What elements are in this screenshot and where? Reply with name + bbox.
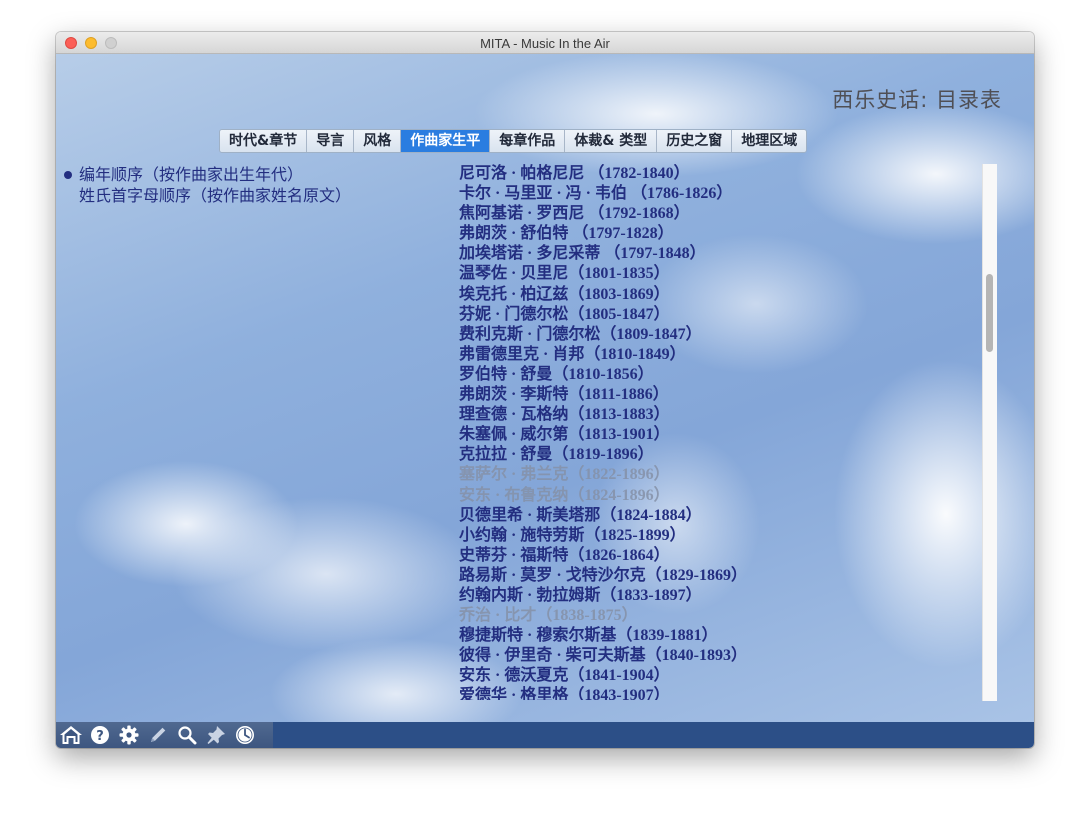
sort-option-label: 姓氏首字母顺序（按作曲家姓名原文）: [79, 186, 352, 205]
composer-link[interactable]: 罗伯特 · 舒曼（1810-1856）: [459, 365, 959, 385]
tab-works-per-chapter[interactable]: 每章作品: [489, 130, 564, 152]
tab-genres-types[interactable]: 体裁& 类型: [564, 130, 656, 152]
tab-styles[interactable]: 风格: [353, 130, 400, 152]
composer-link[interactable]: 彼得 · 伊里奇 · 柴可夫斯基（1840-1893）: [459, 646, 959, 666]
tab-history-window[interactable]: 历史之窗: [656, 130, 731, 152]
composer-link[interactable]: 安东 · 德沃夏克（1841-1904）: [459, 666, 959, 686]
window-title: MITA - Music In the Air: [480, 36, 610, 51]
composer-link[interactable]: 弗朗茨 · 舒伯特 （1797-1828）: [459, 224, 959, 244]
composer-link[interactable]: 贝德里希 · 斯美塔那（1824-1884）: [459, 506, 959, 526]
home-icon: [59, 726, 82, 744]
pin-icon: [207, 726, 225, 744]
composer-list: 尼可洛 · 帕格尼尼 （1782-1840） 卡尔 · 马里亚 · 冯 · 韦伯 …: [459, 164, 959, 700]
composer-link[interactable]: 路易斯 · 莫罗 · 戈特沙尔克（1829-1869）: [459, 566, 959, 586]
help-icon: ?: [90, 726, 109, 744]
composer-link[interactable]: 小约翰 · 施特劳斯（1825-1899）: [459, 526, 959, 546]
section-tabs: 时代&章节 导言 风格 作曲家生平 每章作品 体裁& 类型 历史之窗 地理区域: [219, 129, 808, 153]
composer-link[interactable]: 芬妮 · 门德尔松（1805-1847）: [459, 305, 959, 325]
composer-link[interactable]: 弗雷德里克 · 肖邦（1810-1849）: [459, 345, 959, 365]
composer-link[interactable]: 弗朗茨 · 李斯特（1811-1886）: [459, 385, 959, 405]
toolbar-buttons: ?: [56, 722, 273, 748]
tab-composer-biographies[interactable]: 作曲家生平: [400, 130, 490, 152]
scrollbar-thumb[interactable]: [986, 274, 993, 352]
sort-options: 编年顺序（按作曲家出生年代） 姓氏首字母顺序（按作曲家姓名原文）: [64, 164, 351, 206]
composer-link[interactable]: 加埃塔诺 · 多尼采蒂 （1797-1848）: [459, 244, 959, 264]
composer-link[interactable]: 温琴佐 · 贝里尼（1801-1835）: [459, 264, 959, 284]
search-icon: [177, 726, 196, 745]
composer-link[interactable]: 理查德 · 瓦格纳（1813-1883）: [459, 405, 959, 425]
search-button[interactable]: [172, 722, 201, 748]
bottom-toolbar: ?: [56, 722, 1034, 748]
gear-icon: [119, 725, 138, 745]
bookmark-button[interactable]: [201, 722, 230, 748]
sort-chronological-option[interactable]: 编年顺序（按作曲家出生年代）: [64, 164, 351, 185]
tab-introduction[interactable]: 导言: [306, 130, 353, 152]
selected-bullet-icon: [64, 171, 72, 179]
composer-link[interactable]: 焦阿基诺 · 罗西尼 （1792-1868）: [459, 204, 959, 224]
composer-link[interactable]: 乔治 · 比才（1838-1875）: [459, 606, 959, 626]
composer-link[interactable]: 爱德华 · 格里格（1843-1907）: [459, 686, 959, 700]
pencil-icon: [150, 727, 165, 742]
timeline-button[interactable]: [230, 722, 259, 748]
tab-eras-chapters[interactable]: 时代&章节: [220, 130, 306, 152]
composer-link[interactable]: 费利克斯 · 门德尔松（1809-1847）: [459, 325, 959, 345]
composer-link[interactable]: 穆捷斯特 · 穆索尔斯基（1839-1881）: [459, 626, 959, 646]
composer-link[interactable]: 安东 · 布鲁克纳（1824-1896）: [459, 486, 959, 506]
clock-icon: [235, 726, 254, 744]
sort-option-label: 编年顺序（按作曲家出生年代）: [79, 165, 304, 184]
sort-alphabetical-option[interactable]: 姓氏首字母顺序（按作曲家姓名原文）: [64, 185, 351, 206]
home-button[interactable]: [56, 722, 85, 748]
help-button[interactable]: ?: [85, 722, 114, 748]
edit-button[interactable]: [143, 722, 172, 748]
main-content: 西乐史话: 目录表 时代&章节 导言 风格 作曲家生平 每章作品 体裁& 类型 …: [56, 54, 1034, 722]
composer-link[interactable]: 塞萨尔 · 弗兰克（1822-1896）: [459, 465, 959, 485]
composer-link[interactable]: 埃克托 · 柏辽兹（1803-1869）: [459, 285, 959, 305]
app-window: MITA - Music In the Air 西乐史话: 目录表 时代&章节 …: [56, 32, 1034, 748]
tab-geographic-regions[interactable]: 地理区域: [731, 130, 806, 152]
settings-button[interactable]: [114, 722, 143, 748]
page-title: 西乐史话: 目录表: [832, 88, 1002, 112]
composer-link[interactable]: 约翰内斯 · 勃拉姆斯（1833-1897）: [459, 586, 959, 606]
scrollbar[interactable]: [982, 164, 997, 701]
composer-link[interactable]: 卡尔 · 马里亚 · 冯 · 韦伯 （1786-1826）: [459, 184, 959, 204]
composer-link[interactable]: 史蒂芬 · 福斯特（1826-1864）: [459, 546, 959, 566]
composer-link[interactable]: 尼可洛 · 帕格尼尼 （1782-1840）: [459, 164, 959, 184]
title-bar[interactable]: MITA - Music In the Air: [56, 32, 1034, 54]
composer-link[interactable]: 朱塞佩 · 威尔第（1813-1901）: [459, 425, 959, 445]
composer-link[interactable]: 克拉拉 · 舒曼（1819-1896）: [459, 445, 959, 465]
svg-text:?: ?: [96, 729, 104, 744]
